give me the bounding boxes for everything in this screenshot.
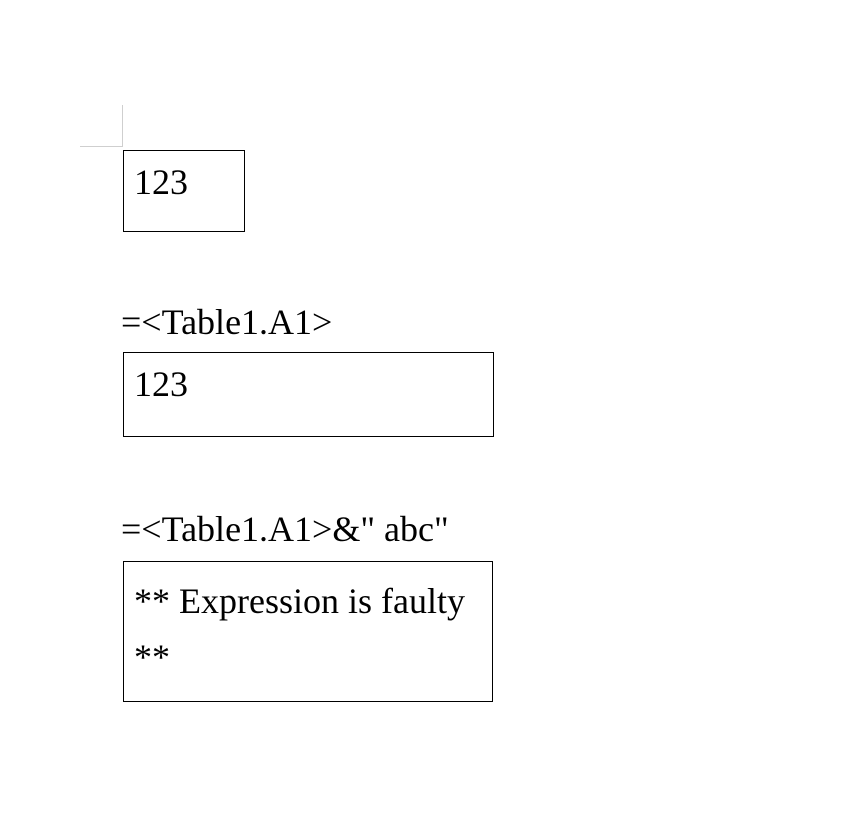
result-frame-3[interactable]: ** Expression is faulty **	[123, 561, 493, 702]
page-margin-guide	[80, 146, 122, 147]
document-canvas: 123 =<Table1.A1> 123 =<Table1.A1>&" abc"…	[0, 0, 850, 826]
result-frame-2[interactable]: 123	[123, 352, 494, 437]
formula-caption-2: =<Table1.A1>	[121, 301, 332, 344]
formula-caption-3: =<Table1.A1>&" abc"	[121, 508, 449, 551]
page-margin-guide	[122, 105, 123, 147]
table-cell-1[interactable]: 123	[123, 150, 245, 232]
